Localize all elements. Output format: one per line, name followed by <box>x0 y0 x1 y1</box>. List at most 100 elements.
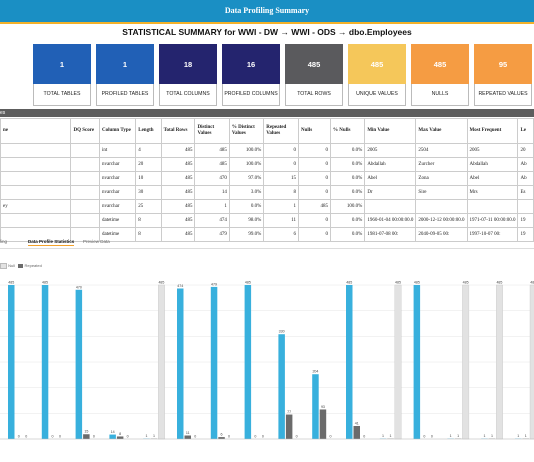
table-cell: 485 <box>160 213 196 228</box>
column-header[interactable]: Distinct Values <box>194 118 230 144</box>
summary-title: STATISTICAL SUMMARY for WWI - DW → WWI -… <box>122 27 412 37</box>
data-label: 1 <box>145 434 147 438</box>
data-label: 0 <box>296 435 298 439</box>
table-cell: 485 <box>160 171 196 186</box>
table-cell: 0.0% <box>330 171 366 186</box>
table-row[interactable]: nvarchar 30 485 14 3.0% 8 0 0.0% Dr Sire Mrs Es <box>0 185 534 200</box>
table-cell: ey <box>0 199 72 214</box>
table-cell: Ab <box>517 171 534 186</box>
table-cell: Mrs <box>466 185 519 200</box>
column-header[interactable]: Length <box>135 118 162 144</box>
table-cell: 0.0% <box>330 143 366 158</box>
stat-card: 1 TOTAL TABLES <box>33 44 91 106</box>
column-header[interactable]: Max Value <box>415 118 468 144</box>
column-header[interactable]: Repeated Values <box>263 118 300 144</box>
table-cell: Abdallah <box>466 157 519 172</box>
column-header[interactable]: Nulls <box>298 118 332 144</box>
tab-data-profile-statistics[interactable]: Data Profile Statistics <box>28 239 75 246</box>
table-cell: 0 <box>263 157 300 172</box>
column-header[interactable]: % Distinct Values <box>228 118 265 144</box>
data-label: 0 <box>52 435 54 439</box>
table-body: int 4 485 485 100.0% 0 0 0.0% 2005 2504 2005 20 nvar… <box>0 143 534 242</box>
table-cell: 97.0% <box>228 171 265 186</box>
data-label: 485 <box>395 281 401 285</box>
null-bar <box>394 284 402 440</box>
value-bar <box>210 286 218 439</box>
legend-repeated-label: Repeated <box>24 263 42 269</box>
table-cell: 15 <box>263 171 300 186</box>
tab-bar: ling Data Profile Statistics Preview Dat… <box>0 236 534 249</box>
table-row[interactable]: nvarchar 20 485 485 100.0% 0 0 0.0% Abdallah Zurc… <box>0 157 534 172</box>
table-cell: Abdallah <box>364 157 417 172</box>
data-label: 0 <box>262 435 264 439</box>
data-label: 0 <box>329 435 331 439</box>
table-section-label: es <box>0 110 6 116</box>
table-cell: 3.0% <box>228 185 265 200</box>
table-cell: 2504 <box>415 143 468 158</box>
table-cell <box>364 199 417 214</box>
table-cell: int <box>98 143 137 158</box>
table-cell: 20 <box>135 157 162 172</box>
column-header[interactable]: Total Rows <box>160 118 196 144</box>
value-bar <box>75 289 83 439</box>
table-row[interactable]: int 4 485 485 100.0% 0 0 0.0% 2005 2504 2005 20 <box>0 143 534 158</box>
table-cell: nvarchar <box>98 157 137 172</box>
column-header[interactable]: Column Type <box>98 118 137 144</box>
table-cell <box>70 143 100 158</box>
table-cell: nvarchar <box>98 199 137 214</box>
stat-card-value: 95 <box>474 44 532 84</box>
table-cell <box>466 199 519 214</box>
column-header[interactable]: Most Frequent <box>466 118 519 144</box>
stat-card: 95 REPEATED VALUES <box>474 44 532 106</box>
table-cell: Abel <box>466 171 519 186</box>
table-cell <box>70 171 100 186</box>
value-bar <box>346 285 353 439</box>
table-cell <box>0 213 72 228</box>
data-label: 0 <box>93 435 95 439</box>
stat-card-value: 1 <box>96 44 154 84</box>
table-cell: 0 <box>298 143 332 158</box>
null-bar <box>496 284 503 440</box>
data-label: 485 <box>463 281 469 285</box>
data-label: 485 <box>414 281 420 285</box>
chart-legend: Null Repeated <box>0 263 42 269</box>
column-header[interactable]: % Nulls <box>330 118 366 144</box>
table-row[interactable]: datetime 8 485 474 98.0% 11 0 0.0% 1960-01-04 00… <box>0 213 534 228</box>
table-cell: 485 <box>160 185 196 200</box>
data-label: 15 <box>84 430 88 434</box>
stat-card-label: PROFILED COLUMNS <box>222 84 280 106</box>
table-row[interactable]: nvarchar 10 485 470 97.0% 15 0 0.0% Abel Zona Abel… <box>0 171 534 186</box>
data-label: 0 <box>254 435 256 439</box>
table-cell: Dr <box>364 185 417 200</box>
table-cell: nvarchar <box>98 185 137 200</box>
table-cell: 8 <box>263 185 300 200</box>
data-label: 1 <box>153 434 155 438</box>
column-stats-table: ne DQ Score Column Type Length Total Rows Dis… <box>0 118 534 242</box>
table-row[interactable]: ey nvarchar 25 485 1 0.0% 1 485 100.0% <box>0 199 534 214</box>
table-cell: 0.0% <box>330 185 366 200</box>
table-cell: 8 <box>135 213 162 228</box>
column-header[interactable]: ne <box>0 118 72 144</box>
table-section-header: es <box>0 109 534 117</box>
tab-preview-data[interactable]: Preview Data <box>83 239 110 244</box>
table-cell: 0 <box>298 213 332 228</box>
column-header[interactable]: DQ Score <box>70 118 100 144</box>
tab-profiling[interactable]: ling <box>0 239 7 244</box>
table-cell: 19 <box>517 213 534 228</box>
value-bar <box>109 434 116 439</box>
null-bar <box>529 284 534 440</box>
table-cell: 0.0% <box>228 199 265 214</box>
table-cell: 1 <box>263 199 300 214</box>
table-cell: Zurcher <box>415 157 468 172</box>
legend-null-swatch <box>0 263 7 269</box>
table-cell: 0 <box>298 171 332 186</box>
column-header[interactable]: Le <box>517 118 534 144</box>
stat-card-value: 18 <box>159 44 217 84</box>
repeated-bar <box>353 425 360 439</box>
table-cell: Zona <box>415 171 468 186</box>
column-header[interactable]: Min Value <box>364 118 417 144</box>
table-cell: 485 <box>194 143 230 158</box>
repeated-bar <box>319 409 327 439</box>
data-label: 0 <box>127 435 129 439</box>
stat-card: 485 UNIQUE VALUES <box>348 44 406 106</box>
